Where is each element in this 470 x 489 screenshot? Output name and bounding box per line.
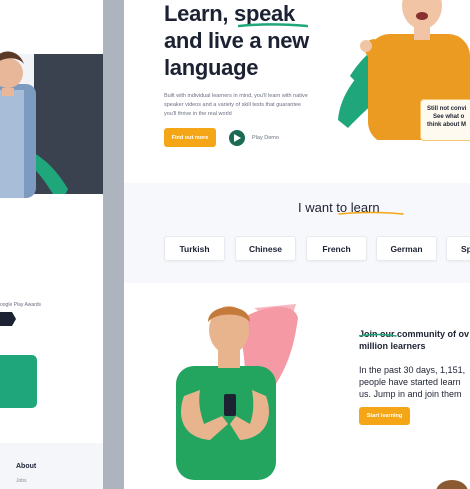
back-person-image (0, 51, 36, 198)
community-body-line-3: us. Jump in and join them (359, 389, 462, 399)
quote-line-1: Still not convi (427, 106, 467, 112)
play-demo-label[interactable]: Play Demo (252, 135, 279, 141)
landing-page: Learn, speak and live a new language Bui… (124, 0, 470, 489)
play-demo-button[interactable] (229, 130, 245, 146)
back-footer: About Jobs (0, 443, 103, 489)
background-page-preview: oogle Play Awards About Jobs (0, 0, 103, 489)
language-picker-section (124, 183, 470, 283)
community-title: Join our community of ov million learner… (359, 328, 469, 352)
community-body-line-2: people have started learn (359, 377, 461, 387)
back-green-card (0, 355, 37, 408)
language-chip-spanish[interactable]: Sp (446, 236, 470, 261)
language-chip-chinese[interactable]: Chinese (235, 236, 296, 261)
join-underline-decoration (359, 333, 397, 337)
community-body-line-1: In the past 30 days, 1,151, (359, 365, 466, 375)
language-chip-french[interactable]: French (306, 236, 367, 261)
footer-jobs-link[interactable]: Jobs (16, 478, 27, 484)
learn-underline-decoration (338, 211, 404, 215)
awards-text: oogle Play Awards (0, 302, 42, 308)
speak-underline-decoration (238, 23, 308, 28)
language-chip-german[interactable]: German (376, 236, 437, 261)
page-gutter (103, 0, 124, 489)
community-stats-text: In the past 30 days, 1,151, people have … (359, 364, 465, 400)
community-title-line-2: million learners (359, 341, 426, 351)
start-learning-button[interactable]: Start learning (359, 407, 410, 425)
quote-line-2: See what o (433, 114, 465, 120)
play-icon (234, 134, 241, 142)
award-badge-icon (0, 312, 16, 326)
find-out-more-button[interactable]: Find out more (164, 128, 216, 147)
quote-line-3: think about M (427, 122, 466, 128)
footer-about-heading: About (16, 463, 37, 470)
community-person-image (176, 304, 298, 480)
testimonial-teaser-card[interactable]: Still not convi See what o think about M (420, 99, 470, 141)
language-chip-turkish[interactable]: Turkish (164, 236, 225, 261)
corner-person-image (436, 480, 468, 489)
hero-description: Built with individual learners in mind, … (164, 93, 308, 117)
